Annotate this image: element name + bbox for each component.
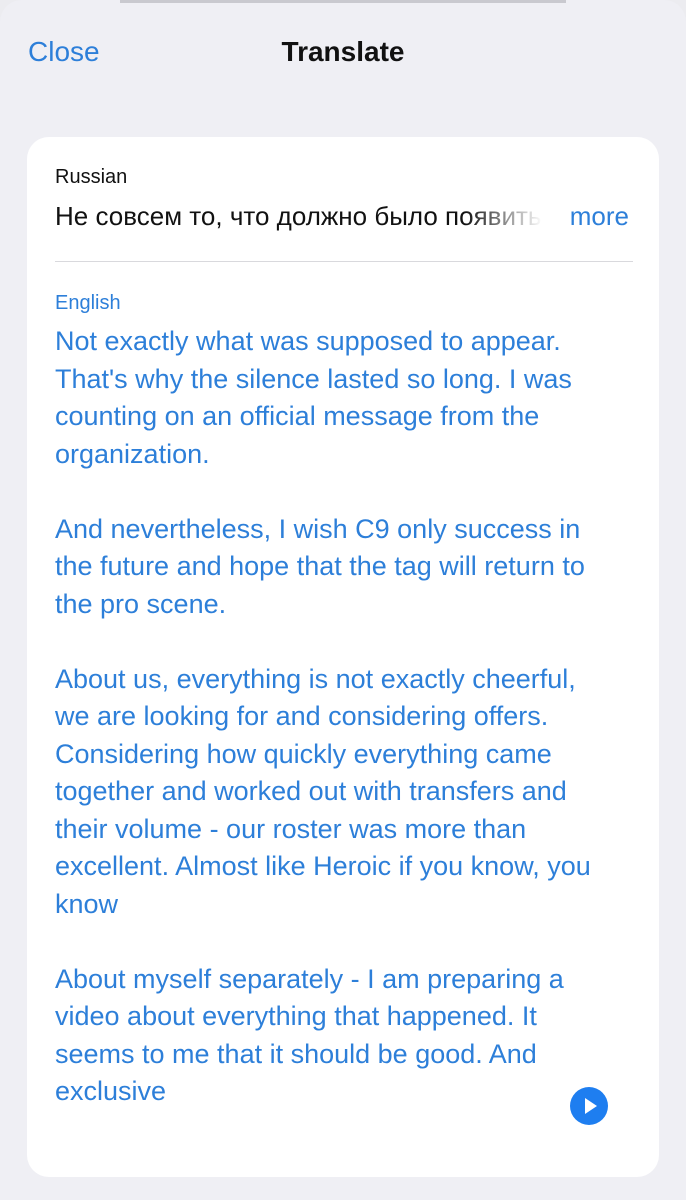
translate-sheet: Close Translate Russian Не совсем то, чт… [0,0,686,1200]
translated-paragraph: About myself separately - I am preparing… [55,963,564,1107]
translated-paragraph: Not exactly what was supposed to appear.… [55,326,572,469]
play-icon [585,1098,597,1114]
nav-bar: Close Translate [0,0,686,104]
source-language-label: Russian [55,166,128,188]
translated-paragraph: About us, everything is not exactly chee… [55,663,591,919]
divider [55,261,633,262]
translation-card: Russian Не совсем то, что должно было по… [27,137,659,1177]
target-language-label: English [55,292,121,314]
translated-paragraph: And nevertheless, I wish C9 only success… [55,513,585,619]
translated-text[interactable]: Not exactly what was supposed to appear.… [55,323,600,1148]
play-button[interactable] [570,1087,608,1125]
more-button[interactable]: more [570,197,629,235]
source-text-row: Не совсем то, что должно было появиться … [55,197,631,237]
source-text-fade [465,197,551,237]
page-title: Translate [281,36,405,67]
